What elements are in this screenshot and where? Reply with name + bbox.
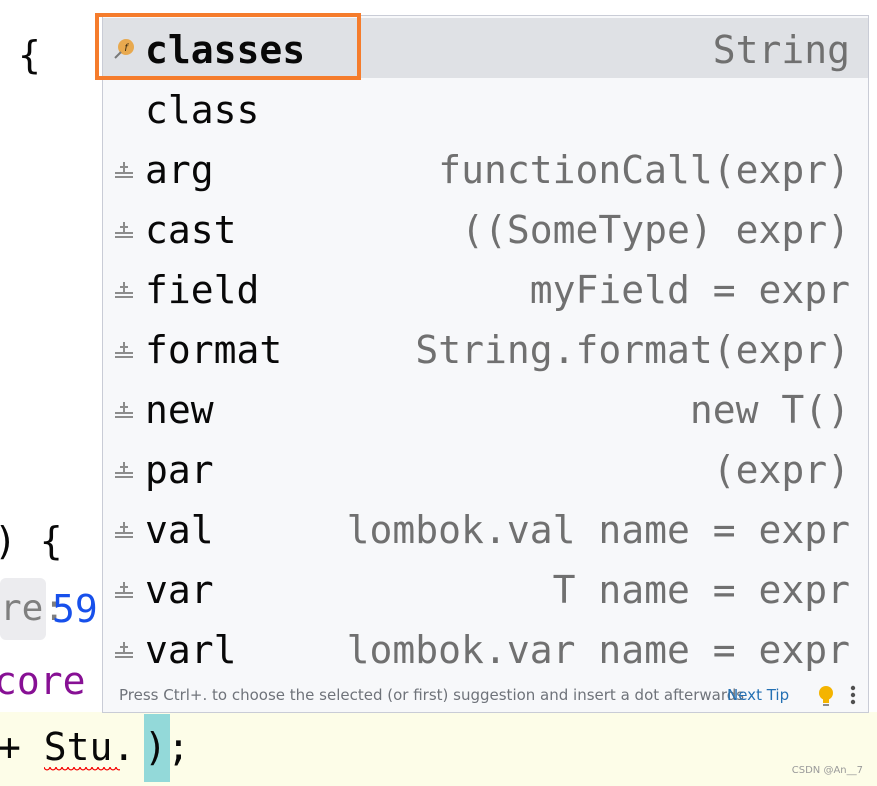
completion-item-type: T name = expr (552, 568, 850, 612)
completion-item-name: classes (145, 28, 306, 72)
code-identifier-core: core (0, 659, 86, 703)
watermark: CSDN @An__7 (791, 765, 863, 776)
code-method-brace: ) { (0, 519, 63, 563)
code-brace-open: { (18, 33, 41, 77)
completion-item[interactable]: arg functionCall(expr) (103, 138, 868, 198)
completion-item-name: varl (145, 628, 237, 672)
code-close-paren: ) (144, 725, 167, 769)
completion-item[interactable]: format String.format(expr) (103, 318, 868, 378)
postfix-template-icon (115, 222, 133, 238)
completion-item[interactable]: field myField = expr (103, 258, 868, 318)
completion-item[interactable]: par (expr) (103, 438, 868, 498)
postfix-template-icon (115, 162, 133, 178)
next-tip-link[interactable]: Next Tip (727, 686, 789, 704)
completion-item-name: new (145, 388, 214, 432)
completion-item[interactable]: cast ((SomeType) expr) (103, 198, 868, 258)
postfix-template-icon (115, 642, 133, 658)
completion-item-name: cast (145, 208, 237, 252)
completion-item-type: new T() (689, 388, 850, 432)
code-semicolon: ; (167, 725, 190, 769)
completion-item-type: lombok.val name = expr (346, 508, 850, 552)
completion-item[interactable]: class (103, 78, 868, 138)
completion-item-type: String (712, 28, 850, 72)
completion-item-name: arg (145, 148, 214, 192)
postfix-template-icon (115, 282, 133, 298)
postfix-template-icon (115, 582, 133, 598)
completion-item[interactable]: f classes String (103, 18, 868, 78)
completion-item-name: class (145, 88, 260, 132)
completion-item-type: String.format(expr) (415, 328, 850, 372)
postfix-template-icon (115, 462, 133, 478)
completion-item-type: lombok.var name = expr (346, 628, 850, 672)
completion-item[interactable]: val lombok.val name = expr (103, 498, 868, 558)
postfix-template-icon (115, 342, 133, 358)
completion-item[interactable]: new new T() (103, 378, 868, 438)
completion-item-type: functionCall(expr) (438, 148, 850, 192)
more-vertical-icon[interactable] (849, 684, 857, 706)
field-icon: f (114, 39, 134, 59)
completion-item[interactable]: var T name = expr (103, 558, 868, 618)
postfix-template-icon (115, 522, 133, 538)
completion-statusbar: Press Ctrl+. to choose the selected (or … (103, 678, 868, 712)
lightbulb-icon[interactable] (816, 684, 836, 708)
completion-item-name: val (145, 508, 214, 552)
completion-item-name: par (145, 448, 214, 492)
error-squiggle (44, 767, 120, 773)
completion-item-type: myField = expr (529, 268, 850, 312)
completion-item-name: var (145, 568, 214, 612)
completion-item[interactable]: varl lombok.var name = expr (103, 618, 868, 678)
code-current-line-prefix[interactable]: + Stu. (0, 722, 135, 772)
parameter-hint-value: 59 (52, 587, 98, 631)
completion-tip-text: Press Ctrl+. to choose the selected (or … (119, 686, 745, 704)
completion-popup[interactable]: f classes String class arg functionCall(expr)… (102, 15, 869, 713)
completion-item-type: (expr) (712, 448, 850, 492)
completion-item-name: field (145, 268, 260, 312)
completion-item-name: format (145, 328, 283, 372)
completion-item-type: ((SomeType) expr) (461, 208, 850, 252)
postfix-template-icon (115, 402, 133, 418)
